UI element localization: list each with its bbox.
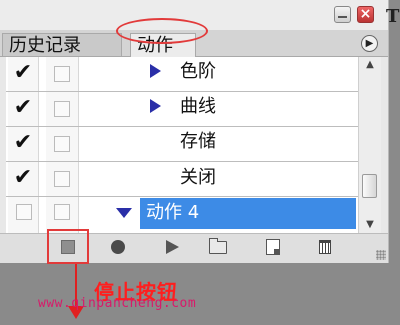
step-label: 关闭 [180, 167, 216, 188]
new-set-button[interactable] [207, 236, 229, 258]
play-button[interactable] [161, 236, 183, 258]
close-button[interactable]: × [357, 6, 374, 23]
annotation-box [47, 229, 89, 264]
window-title-fragment: T [386, 6, 400, 27]
delete-button[interactable] [314, 236, 336, 258]
vertical-scrollbar[interactable]: ▲ ▼ [358, 57, 381, 233]
action-label: 动作 4 [146, 202, 200, 223]
step-label: 色阶 [180, 61, 216, 82]
play-icon [165, 240, 179, 254]
check-icon[interactable]: ✔ [13, 62, 33, 84]
scroll-up-icon[interactable]: ▲ [359, 57, 381, 73]
scroll-down-icon[interactable]: ▼ [359, 217, 381, 233]
new-action-button[interactable] [262, 236, 284, 258]
new-set-icon [209, 237, 227, 254]
record-button[interactable] [107, 236, 129, 258]
step-label: 曲线 [180, 96, 216, 117]
scroll-thumb[interactable] [362, 174, 377, 198]
annotation-ellipse [116, 18, 208, 44]
tab-history[interactable]: 历史记录 [2, 33, 122, 56]
check-icon[interactable]: ✔ [13, 167, 33, 189]
dialog-toggle[interactable] [54, 66, 70, 82]
panel-menu-icon[interactable]: ▶ [361, 35, 378, 52]
check-icon[interactable]: ✔ [13, 97, 33, 119]
check-toggle-empty[interactable] [16, 204, 32, 220]
dialog-toggle[interactable] [54, 136, 70, 152]
resize-grip-icon[interactable] [376, 250, 386, 260]
dialog-toggle[interactable] [54, 171, 70, 187]
expand-right-icon[interactable] [150, 64, 161, 78]
watermark: www.qinpancheng.com [38, 296, 197, 311]
record-icon [111, 240, 125, 254]
dialog-toggle[interactable] [54, 204, 70, 220]
new-action-icon [266, 239, 280, 255]
expand-down-icon[interactable] [116, 208, 132, 218]
dialog-toggle[interactable] [54, 101, 70, 117]
check-icon[interactable]: ✔ [13, 132, 33, 154]
expand-right-icon[interactable] [150, 99, 161, 113]
minimize-button[interactable] [334, 6, 351, 23]
step-label: 存储 [180, 131, 216, 152]
delete-icon [319, 240, 331, 254]
